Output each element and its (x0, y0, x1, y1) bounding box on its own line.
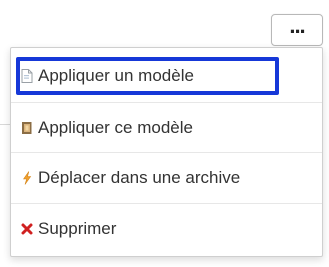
menu-item-label: Supprimer (38, 219, 117, 238)
menu-item-apply-template[interactable]: Appliquer un modèle (11, 50, 322, 101)
archive-lightning-icon (20, 170, 34, 186)
delete-x-icon (20, 221, 34, 237)
menu-item-move-to-archive[interactable]: Déplacer dans une archive (11, 152, 322, 203)
menu-item-delete[interactable]: Supprimer (11, 203, 322, 254)
page: ... Appliquer un modèle Appliquer ce mod… (0, 0, 329, 267)
menu-item-label: Déplacer dans une archive (38, 168, 241, 187)
menu-item-apply-this-template[interactable]: Appliquer ce modèle (11, 102, 322, 153)
folder-template-icon (20, 120, 34, 136)
dropdown-menu: Appliquer un modèle Appliquer ce modèle … (10, 47, 323, 257)
ellipsis-icon: ... (289, 12, 305, 38)
document-template-icon (20, 68, 34, 84)
menu-item-label: Appliquer ce modèle (38, 118, 193, 137)
more-options-button[interactable]: ... (271, 14, 323, 46)
menu-item-label: Appliquer un modèle (38, 65, 194, 85)
